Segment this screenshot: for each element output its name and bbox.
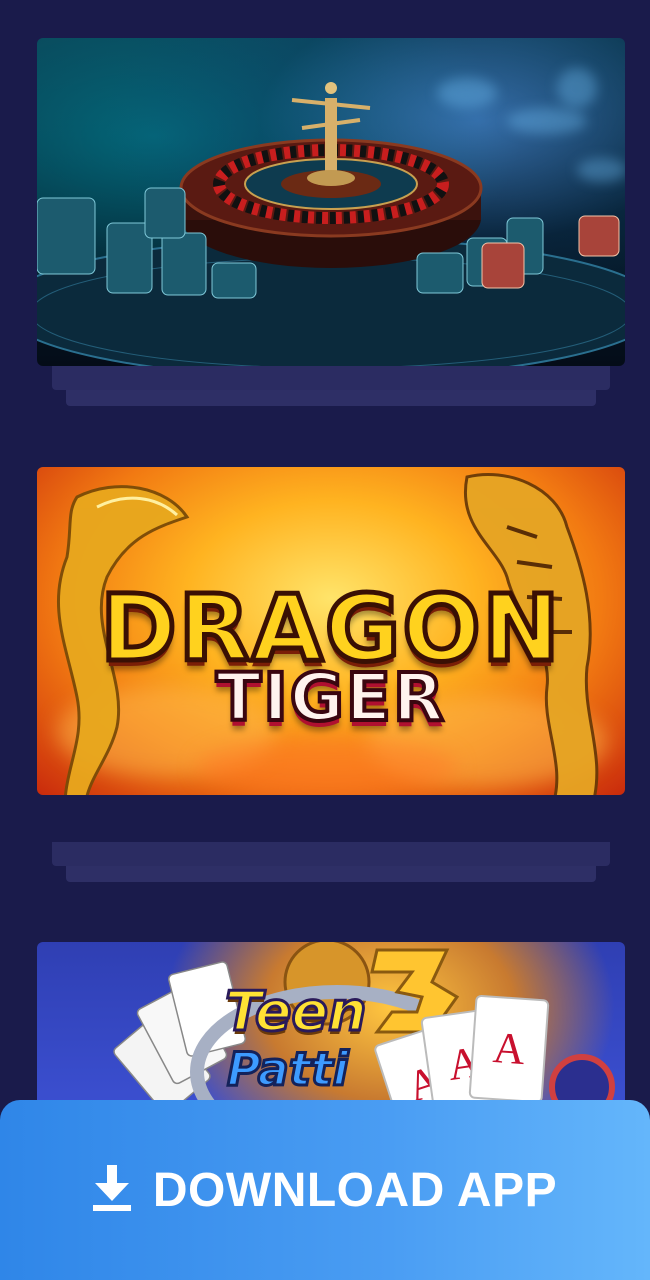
ace-card-3: A	[468, 994, 550, 1104]
patti-title: Patti	[226, 1041, 351, 1098]
download-icon	[92, 1164, 131, 1216]
tiger-title: TIGER	[214, 657, 446, 738]
dragon-tiger-image[interactable]: DRAGON TIGER	[37, 467, 625, 795]
download-app-label: DOWNLOAD APP	[152, 1163, 558, 1217]
download-app-button[interactable]: DOWNLOAD APP	[0, 1100, 650, 1280]
teen-title: Teen	[224, 979, 369, 1045]
roulette-wheel-image[interactable]	[37, 38, 625, 366]
roulette-card[interactable]	[37, 38, 625, 406]
game-feed: DRAGON TIGER A A A Teen Patti	[0, 0, 650, 1280]
dragon-tiger-card[interactable]: DRAGON TIGER	[37, 467, 625, 882]
